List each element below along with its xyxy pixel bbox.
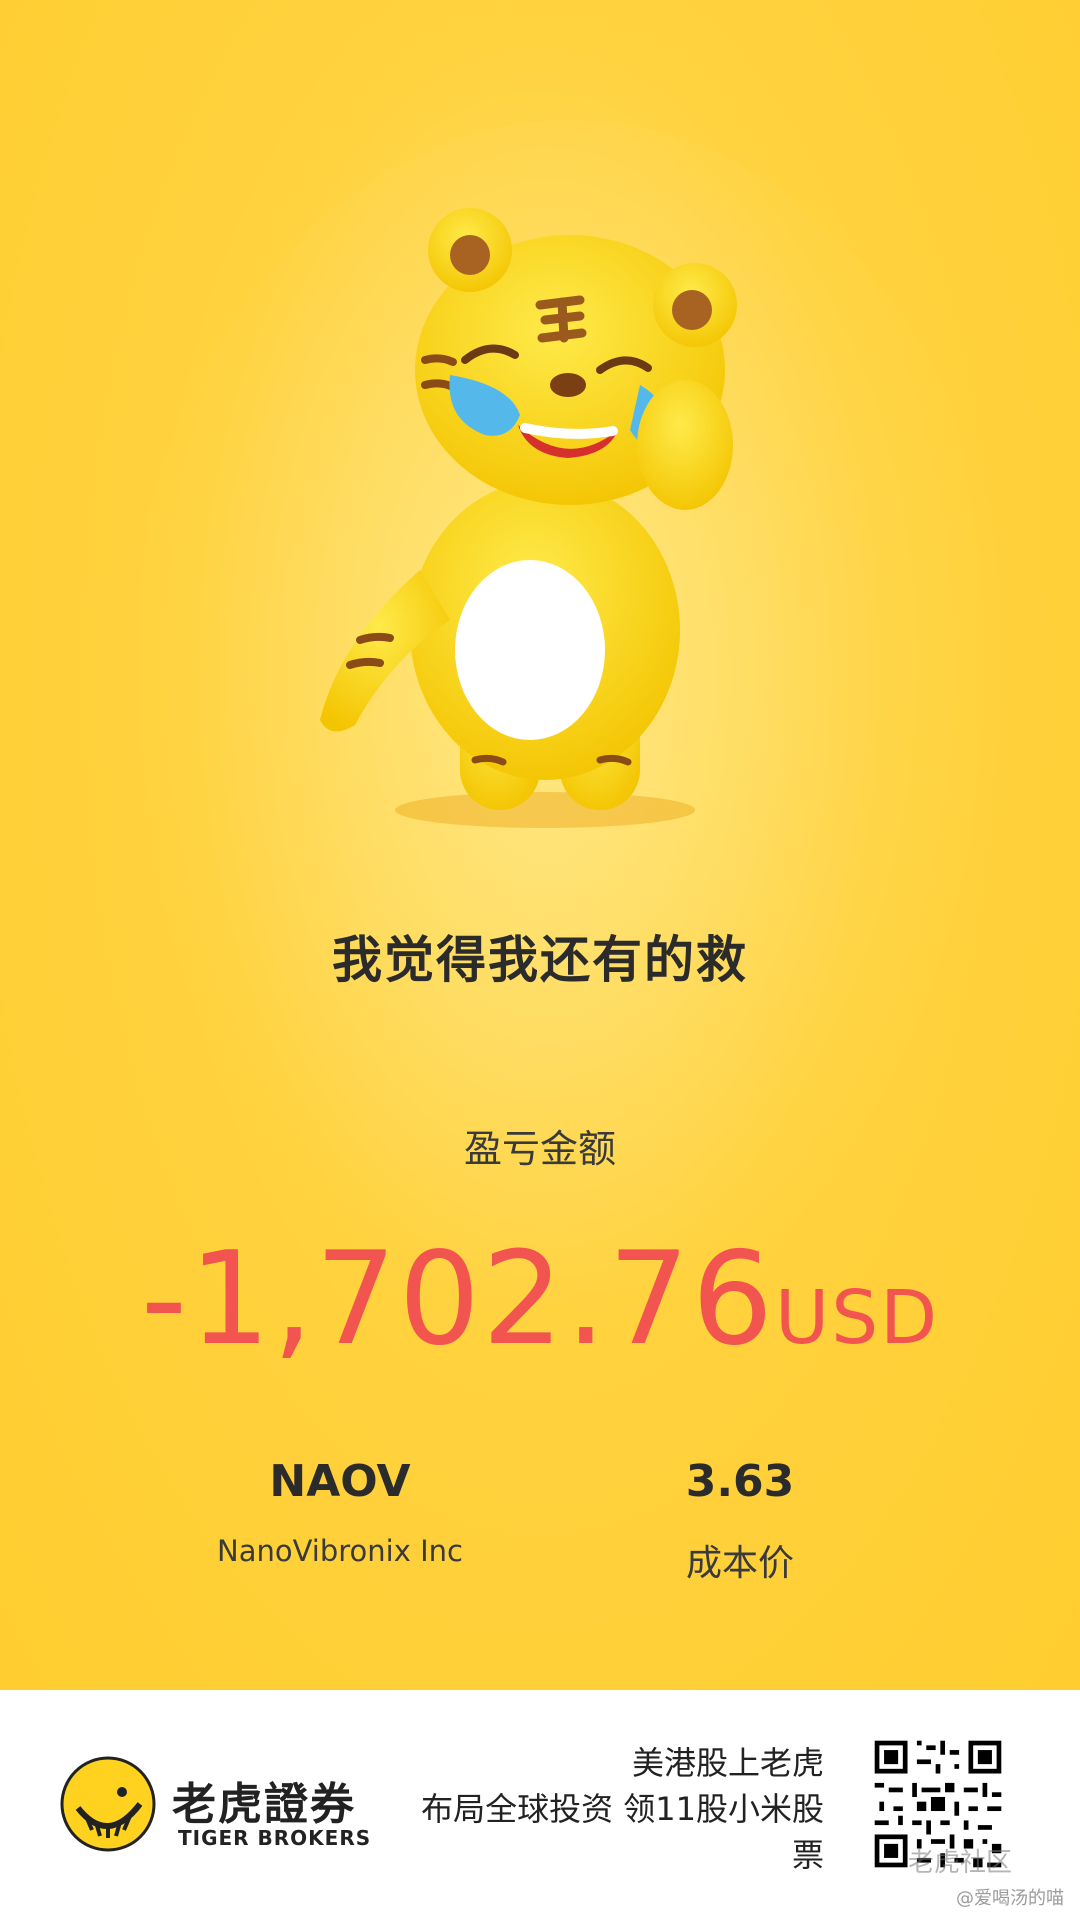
stock-ticker: NAOV bbox=[269, 1456, 411, 1507]
promo-line: 布局全球投资 领11股小米股 bbox=[421, 1790, 824, 1828]
pnl-label: 盈亏金额 bbox=[463, 1127, 616, 1171]
cost-info: 3.63 成本价 bbox=[560, 1452, 920, 1586]
tiger-brokers-logo-icon bbox=[60, 1756, 156, 1852]
stock-info: NAOV NanoVibronix Inc bbox=[160, 1452, 520, 1568]
crying-tiger-mascot-icon bbox=[320, 208, 737, 828]
headline: 我觉得我还有的救 bbox=[332, 931, 748, 989]
pnl-amount: -1,702.76USD bbox=[0, 1225, 1080, 1374]
cost-price: 3.63 bbox=[685, 1456, 795, 1507]
brand-name-cn: 老虎證券 bbox=[172, 1779, 356, 1830]
footer-banner: 老虎證券 TIGER BROKERS 美港股上老虎 布局全球投资 领11股小米股… bbox=[0, 1690, 1080, 1920]
watermark-community: 老虎社区 bbox=[908, 1848, 1013, 1878]
promo-line: 美港股上老虎 bbox=[631, 1744, 824, 1782]
pnl-currency: USD bbox=[775, 1275, 940, 1361]
watermark-user: @爱喝汤的喵 bbox=[956, 1888, 1064, 1909]
share-card: 我觉得我还有的救 盈亏金额 -1,702.76USD NAOV NanoVibr… bbox=[0, 0, 1080, 1920]
cost-price-label: 成本价 bbox=[685, 1543, 794, 1584]
promo-line: 票 bbox=[791, 1836, 824, 1874]
brand-name-en: TIGER BROKERS bbox=[178, 1826, 372, 1850]
promo-text: 美港股上老虎 布局全球投资 领11股小米股 票 bbox=[364, 1740, 824, 1878]
pnl-amount-value: -1,702.76 bbox=[140, 1225, 776, 1374]
hero-panel: 我觉得我还有的救 盈亏金额 -1,702.76USD NAOV NanoVibr… bbox=[0, 0, 1080, 1690]
stock-company: NanoVibronix Inc bbox=[217, 1534, 463, 1568]
